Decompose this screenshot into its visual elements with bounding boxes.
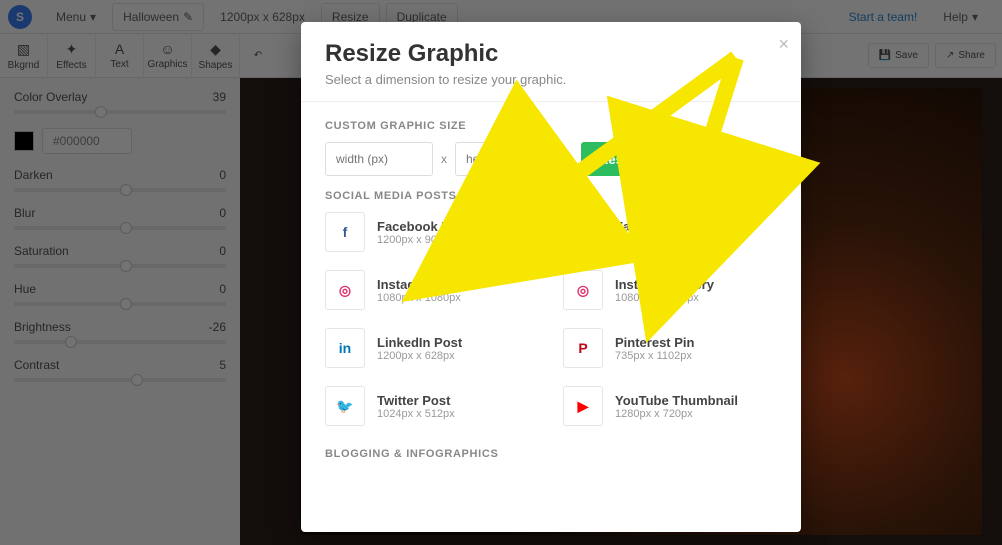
option-name: LinkedIn Post [377,335,462,350]
size-option-facebook-post[interactable]: f Facebook Post1200px x 900px [325,212,539,252]
option-size: 1200px x 628px [377,350,462,362]
option-name: Facebook Link [615,219,706,234]
dimension-x: x [441,152,447,166]
size-option-pinterest-pin[interactable]: P Pinterest Pin735px x 1102px [563,328,777,368]
instagram-story-icon: ◎ [563,270,603,310]
linkedin-post-icon: in [325,328,365,368]
facebook-post-icon: f [325,212,365,252]
instagram-post-icon: ◎ [325,270,365,310]
size-option-twitter-post[interactable]: 🐦 Twitter Post1024px x 512px [325,386,539,426]
size-option-linkedin-post[interactable]: in LinkedIn Post1200px x 628px [325,328,539,368]
option-size: 1080px x 1920px [615,292,714,304]
resize-submit-button[interactable]: Resize [581,142,658,176]
resize-modal: × Resize Graphic Select a dimension to r… [301,22,801,532]
pinterest-pin-icon: P [563,328,603,368]
option-size: 1200px x 900px [377,234,469,246]
custom-size-label: CUSTOM GRAPHIC SIZE [325,120,777,132]
height-input[interactable] [455,142,563,176]
modal-subtitle: Select a dimension to resize your graphi… [325,72,777,87]
option-size: 1200px x 628px [615,234,706,246]
option-name: Facebook Post [377,219,469,234]
size-option-instagram-post[interactable]: ◎ Instagram Post1080px x 1080px [325,270,539,310]
modal-title: Resize Graphic [325,40,777,68]
option-name: Instagram Post [377,277,471,292]
size-option-facebook-link[interactable]: f Facebook Link1200px x 628px [563,212,777,252]
size-option-youtube-thumbnail[interactable]: ▶ YouTube Thumbnail1280px x 720px [563,386,777,426]
option-size: 1024px x 512px [377,408,455,420]
option-size: 735px x 1102px [615,350,694,362]
blogging-label: BLOGGING & INFOGRAPHICS [325,448,777,460]
facebook-link-icon: f [563,212,603,252]
twitter-post-icon: 🐦 [325,386,365,426]
option-size: 1080px x 1080px [377,292,471,304]
social-posts-label: SOCIAL MEDIA POSTS [325,190,777,202]
option-name: Pinterest Pin [615,335,694,350]
option-name: YouTube Thumbnail [615,393,738,408]
option-name: Instagram Story [615,277,714,292]
size-option-instagram-story[interactable]: ◎ Instagram Story1080px x 1920px [563,270,777,310]
close-icon: × [778,34,789,54]
close-button[interactable]: × [778,34,789,55]
youtube-thumbnail-icon: ▶ [563,386,603,426]
option-name: Twitter Post [377,393,455,408]
option-size: 1280px x 720px [615,408,738,420]
width-input[interactable] [325,142,433,176]
